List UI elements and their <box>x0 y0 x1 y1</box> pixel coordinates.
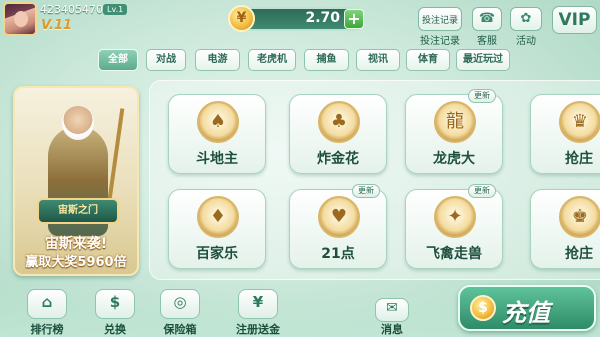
game-medal: 龍 <box>434 101 476 143</box>
messages-label: 消息 <box>381 323 403 336</box>
tab-all[interactable]: 全部 <box>98 49 138 71</box>
category-tabs: 全部 对战 电游 老虎机 捕鱼 视讯 体育 最近玩过 <box>0 49 600 73</box>
safe-icon: ◎ <box>173 293 187 311</box>
coin-icon: ¥ <box>228 5 255 32</box>
diamond-icon: ♦ <box>209 206 227 227</box>
recharge-button[interactable]: $ 充值 <box>458 285 596 331</box>
customer-service-label: 客服 <box>477 36 497 47</box>
game-tile-qiangzhuang[interactable]: ♛ 抢庄 <box>530 94 600 174</box>
dollar-coin-icon: $ <box>470 295 496 321</box>
messages-button[interactable]: ✉ <box>375 298 409 322</box>
game-label: 飞禽走兽 <box>426 246 482 262</box>
headset-icon: ☎ <box>478 11 496 26</box>
game-tile-qiangzhuang-2[interactable]: ♚ 抢庄 <box>530 189 600 269</box>
game-label: 龙虎大 <box>433 151 475 167</box>
club-icon: ♣ <box>330 111 348 132</box>
game-tile-doudizhu[interactable]: ♠ 斗地主 <box>168 94 266 174</box>
safe-box-button[interactable]: ◎ <box>160 289 200 319</box>
add-funds-button[interactable]: + <box>344 9 364 29</box>
game-label: 21点 <box>321 246 355 262</box>
gift-icon: ✿ <box>520 11 532 26</box>
chat-icon: ✉ <box>386 300 398 316</box>
game-label: 抢庄 <box>565 246 593 262</box>
update-badge: 更新 <box>468 89 496 103</box>
game-tile-longhu[interactable]: 更新 龍 龙虎大 <box>405 89 503 174</box>
tab-battle[interactable]: 对战 <box>146 49 186 71</box>
tab-slots[interactable]: 老虎机 <box>248 49 296 71</box>
game-tile-blackjack[interactable]: 更新 ♥ 21点 <box>289 184 387 269</box>
exchange-button[interactable]: $ <box>95 289 135 319</box>
zeus-head-illustration <box>62 106 94 140</box>
update-badge: 更新 <box>468 184 496 198</box>
activity-label: 活动 <box>516 36 536 47</box>
update-badge: 更新 <box>352 184 380 198</box>
crown-icon: ♛ <box>571 111 589 132</box>
promo-banner[interactable]: 宙斯之门 宙斯来袭! 赢取大奖5960倍 <box>13 86 139 276</box>
bet-record-label: 投注记录 <box>420 36 460 47</box>
register-bonus-button[interactable]: ¥ <box>238 289 278 319</box>
game-medal: ♛ <box>559 101 600 143</box>
bet-record-button[interactable]: 投注记录 <box>418 7 462 31</box>
king-icon: ♚ <box>571 206 589 227</box>
game-medal: ♚ <box>559 196 600 238</box>
game-medal: ✦ <box>434 196 476 238</box>
vip-level: V.11 <box>41 18 73 33</box>
money-bag-icon: ¥ <box>252 293 264 311</box>
tab-fishing[interactable]: 捕鱼 <box>304 49 349 71</box>
star-icon: ✦ <box>447 206 463 227</box>
game-medal: ♠ <box>197 101 239 143</box>
game-tile-zhajinhua[interactable]: ♣ 炸金花 <box>289 94 387 174</box>
dragon-icon: 龍 <box>446 111 464 132</box>
game-medal: ♦ <box>197 196 239 238</box>
leaderboard-button[interactable]: ⌂ <box>27 289 67 319</box>
spade-icon: ♠ <box>209 111 227 132</box>
tab-electronic[interactable]: 电游 <box>195 49 240 71</box>
home-ranking-icon: ⌂ <box>41 293 53 311</box>
recharge-label: 充值 <box>502 299 550 327</box>
balance-value: 2.70 <box>305 10 340 26</box>
bet-record-icon-label: 投注记录 <box>421 16 458 26</box>
game-label: 斗地主 <box>196 151 238 167</box>
tab-live[interactable]: 视讯 <box>356 49 400 71</box>
game-medal: ♥ <box>318 196 360 238</box>
dollar-icon: $ <box>109 293 121 311</box>
register-bonus-label: 注册送金 <box>236 323 280 336</box>
user-id: 423405470 <box>40 3 103 16</box>
promo-logo: 宙斯之门 <box>37 198 119 224</box>
game-medal: ♣ <box>318 101 360 143</box>
vip-button[interactable]: VIP <box>552 6 597 34</box>
heart-icon: ♥ <box>330 206 348 227</box>
leaderboard-label: 排行榜 <box>30 323 64 336</box>
level-badge: Lv.1 <box>103 4 128 15</box>
game-label: 抢庄 <box>565 151 593 167</box>
tab-sports[interactable]: 体育 <box>406 49 450 71</box>
promo-subline: 赢取大奖5960倍 <box>25 255 127 270</box>
tab-recent[interactable]: 最近玩过 <box>456 49 510 71</box>
promo-headline: 宙斯来袭! <box>44 236 108 252</box>
game-tile-baccarat[interactable]: ♦ 百家乐 <box>168 189 266 269</box>
activity-button[interactable]: ✿ <box>510 7 542 31</box>
game-label: 炸金花 <box>317 151 359 167</box>
game-tile-birds-beasts[interactable]: 更新 ✦ 飞禽走兽 <box>405 184 503 269</box>
avatar[interactable] <box>3 2 37 36</box>
exchange-label: 兑换 <box>104 323 126 336</box>
customer-service-button[interactable]: ☎ <box>472 7 502 31</box>
game-label: 百家乐 <box>196 246 238 262</box>
safe-box-label: 保险箱 <box>163 323 197 336</box>
avatar-face <box>14 11 28 27</box>
